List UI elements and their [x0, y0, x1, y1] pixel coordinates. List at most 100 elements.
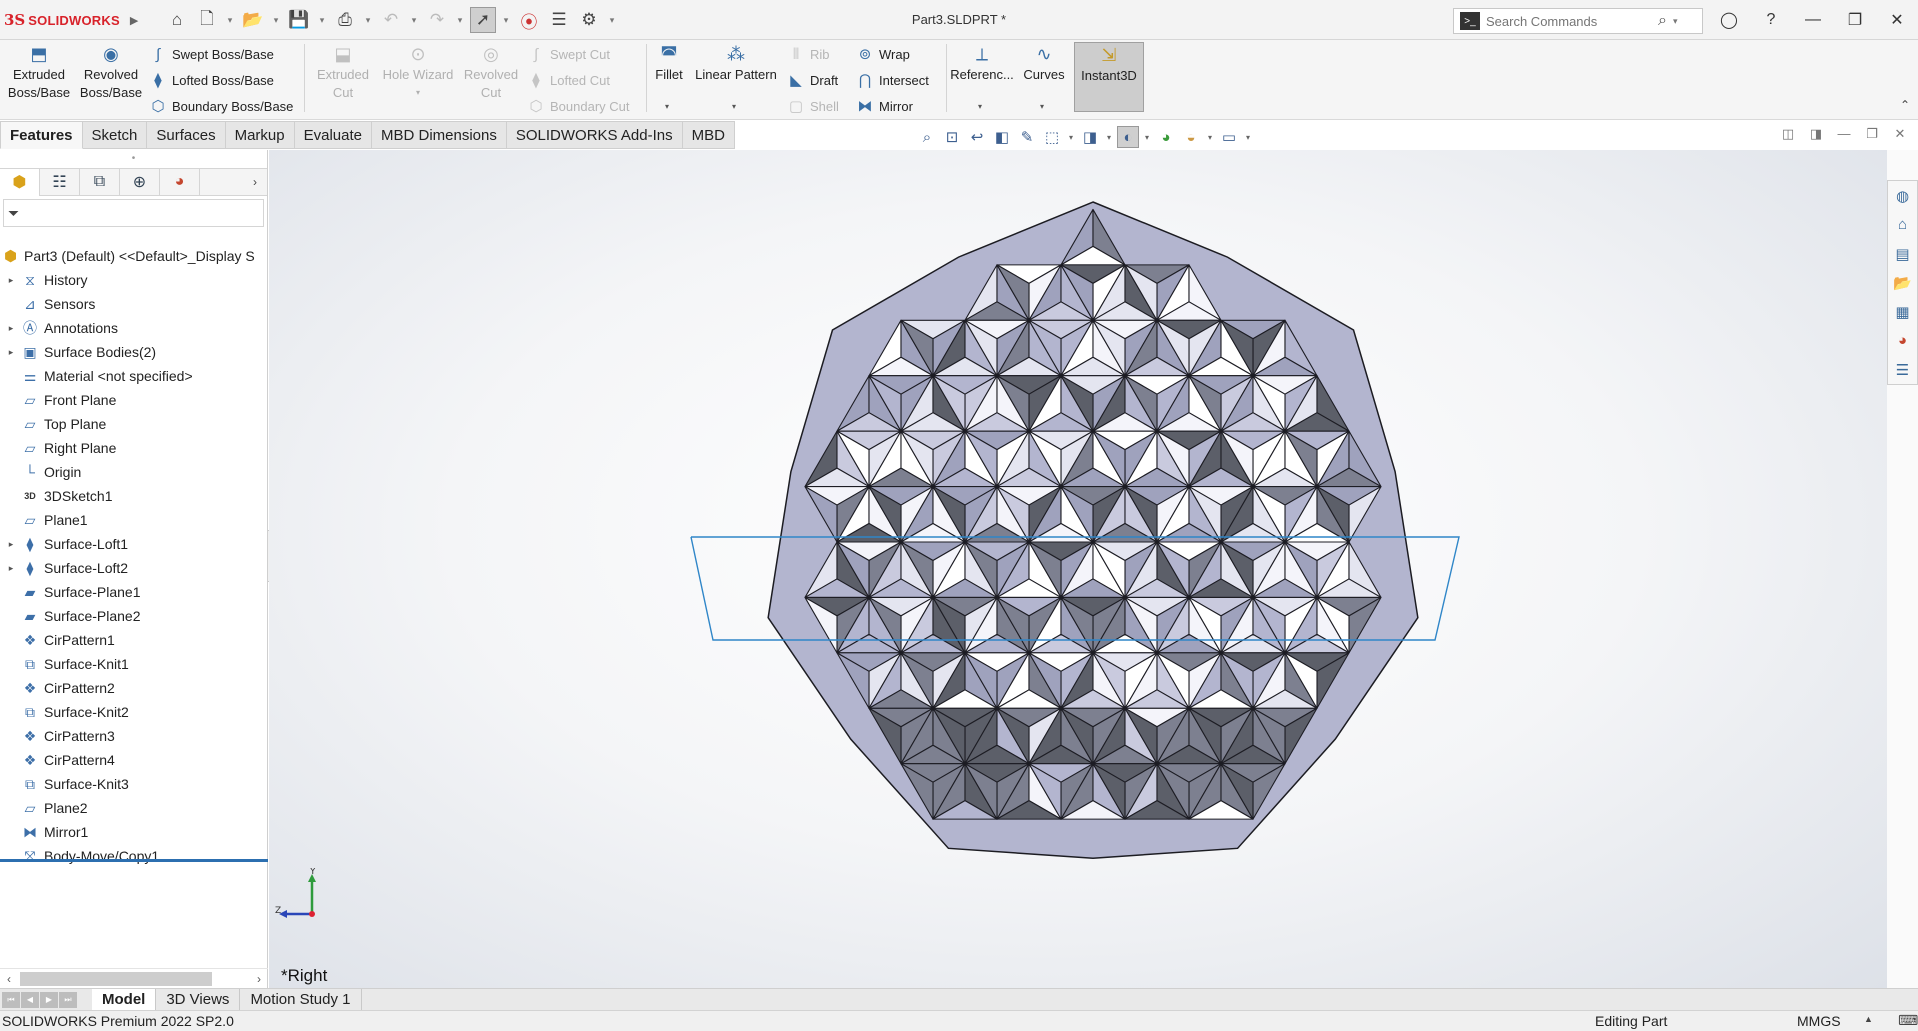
view-settings-dropdown-icon[interactable]: ▾ — [1243, 126, 1253, 148]
apply-scene-icon[interactable]: ◒ — [1180, 126, 1202, 148]
expand-arrow-icon[interactable]: ▸ — [0, 323, 18, 334]
extruded-boss-button[interactable]: ⬒ Extruded Boss/Base — [4, 42, 74, 112]
open-folder-icon[interactable]: 📂 — [240, 7, 266, 33]
previous-view-icon[interactable]: ↩ — [966, 126, 988, 148]
search-commands-input[interactable] — [1486, 13, 1656, 29]
geodesic-model[interactable] — [269, 150, 1887, 988]
viewport-minimize-icon[interactable]: — — [1834, 126, 1854, 142]
zoom-to-fit-icon[interactable]: ⌕ — [916, 126, 938, 148]
view-orientation-dropdown-icon[interactable]: ▾ — [1066, 126, 1076, 148]
draft-button[interactable]: ◣ Draft — [786, 69, 838, 91]
tree-item[interactable]: ▸ Ⓐ Annotations — [0, 316, 268, 340]
tab-surfaces[interactable]: Surfaces — [147, 121, 226, 149]
viewport-right-pane-icon[interactable]: ◨ — [1806, 126, 1826, 142]
last-tab-icon[interactable]: ⏭ — [59, 991, 77, 1008]
tree-item[interactable]: ▱ Plane1 — [0, 508, 268, 532]
tree-item[interactable]: ❖ CirPattern1 — [0, 628, 268, 652]
tab-motion-study-1[interactable]: Motion Study 1 — [240, 988, 362, 1011]
select-dropdown-icon[interactable]: ▾ — [500, 7, 512, 33]
new-dropdown-icon[interactable]: ▾ — [224, 7, 236, 33]
first-tab-icon[interactable]: ⏮ — [2, 991, 20, 1008]
wrap-button[interactable]: ⊚ Wrap — [855, 43, 910, 65]
zoom-to-area-icon[interactable]: ⊡ — [941, 126, 963, 148]
tab-3d-views[interactable]: 3D Views — [156, 988, 241, 1011]
next-tab-icon[interactable]: ▶ — [40, 991, 58, 1008]
more-tabs-arrow-icon[interactable]: › — [243, 175, 267, 189]
shell-button[interactable]: ▢ Shell — [786, 95, 839, 117]
viewport-left-pane-icon[interactable]: ◫ — [1778, 126, 1798, 142]
tree-item[interactable]: ❖ CirPattern3 — [0, 724, 268, 748]
extruded-cut-button[interactable]: ⬓ Extruded Cut — [308, 42, 378, 112]
tree-item[interactable]: ▱ Right Plane — [0, 436, 268, 460]
display-style-dropdown-icon[interactable]: ▾ — [1104, 126, 1114, 148]
save-dropdown-icon[interactable]: ▾ — [316, 7, 328, 33]
print-dropdown-icon[interactable]: ▾ — [362, 7, 374, 33]
open-dropdown-icon[interactable]: ▾ — [270, 7, 282, 33]
logo-menu-arrow-icon[interactable]: ▶ — [130, 14, 138, 27]
tree-item[interactable]: └ Origin — [0, 460, 268, 484]
revolved-boss-button[interactable]: ◉ Revolved Boss/Base — [76, 42, 146, 112]
tree-root-part[interactable]: ⬢ Part3 (Default) <<Default>_Display S — [0, 244, 268, 268]
tree-item[interactable]: ⚌ Material <not specified> — [0, 364, 268, 388]
scroll-right-icon[interactable]: › — [250, 972, 268, 986]
intersect-button[interactable]: ⋂ Intersect — [855, 69, 929, 91]
undo-icon[interactable]: ↶ — [378, 7, 404, 33]
redo-dropdown-icon[interactable]: ▾ — [454, 7, 466, 33]
tree-item[interactable]: ▱ Front Plane — [0, 388, 268, 412]
help-icon[interactable]: ? — [1750, 0, 1792, 40]
tab-solidworks-addins[interactable]: SOLIDWORKS Add-Ins — [506, 121, 683, 149]
swept-boss-button[interactable]: ∫ Swept Boss/Base — [148, 43, 274, 65]
save-icon[interactable]: 💾 — [286, 7, 312, 33]
close-icon[interactable]: ✕ — [1876, 0, 1918, 40]
instant3d-button[interactable]: ⇲ Instant3D — [1074, 42, 1144, 112]
search-dropdown-icon[interactable]: ▾ — [1673, 16, 1678, 27]
tree-item[interactable]: ▸ ⧖ History — [0, 268, 268, 292]
tree-item[interactable]: ▱ Plane2 — [0, 796, 268, 820]
tree-item[interactable]: ⧉ Surface-Knit1 — [0, 652, 268, 676]
feature-tree-filter[interactable]: ⏷ — [3, 199, 264, 227]
hide-show-dropdown-icon[interactable]: ▾ — [1142, 126, 1152, 148]
home-icon[interactable]: ⌂ — [164, 7, 190, 33]
rebuild-status-icon[interactable]: ⌨ — [1898, 1012, 1918, 1029]
boundary-boss-button[interactable]: ⬡ Boundary Boss/Base — [148, 95, 293, 117]
display-manager-tab-icon[interactable]: ◕ — [160, 168, 200, 196]
fillet-dropdown-icon[interactable]: ▾ — [665, 102, 669, 111]
curves-dropdown-icon[interactable]: ▾ — [1040, 102, 1044, 111]
tree-item[interactable]: ▰ Surface-Plane1 — [0, 580, 268, 604]
tree-item[interactable]: ⧉ Surface-Knit2 — [0, 700, 268, 724]
design-library-icon[interactable]: ▤ — [1888, 239, 1917, 268]
tree-item[interactable]: ❖ CirPattern4 — [0, 748, 268, 772]
unit-system-caret-icon[interactable]: ▲ — [1864, 1014, 1873, 1024]
user-account-icon[interactable]: ◯ — [1708, 0, 1750, 40]
tab-features[interactable]: Features — [0, 121, 83, 149]
solidworks-logo[interactable]: 3S SOLIDWORKS ▶ — [4, 8, 138, 32]
undo-dropdown-icon[interactable]: ▾ — [408, 7, 420, 33]
hole-wizard-dropdown-icon[interactable]: ▾ — [416, 84, 420, 102]
options-gear-icon[interactable]: ⚙ — [576, 7, 602, 33]
3dexperience-home-icon[interactable]: ⌂ — [1888, 210, 1917, 239]
collapse-ribbon-icon[interactable]: ⌃ — [1900, 98, 1910, 112]
lofted-cut-button[interactable]: ⧫ Lofted Cut — [526, 69, 610, 91]
new-document-icon[interactable]: 🗋 — [194, 7, 220, 33]
apply-scene-dropdown-icon[interactable]: ▾ — [1205, 126, 1215, 148]
expand-arrow-icon[interactable]: ▸ — [0, 563, 18, 574]
edit-appearance-icon[interactable]: ◕ — [1155, 126, 1177, 148]
rollback-bar[interactable] — [0, 859, 268, 862]
tree-item[interactable]: ⧓ Mirror1 — [0, 820, 268, 844]
expand-arrow-icon[interactable]: ▸ — [0, 539, 18, 550]
redo-icon[interactable]: ↷ — [424, 7, 450, 33]
rib-button[interactable]: ⫴ Rib — [786, 43, 830, 65]
swept-cut-button[interactable]: ∫ Swept Cut — [526, 43, 610, 65]
configuration-manager-tab-icon[interactable]: ⧉ — [80, 168, 120, 196]
tree-item[interactable]: ⧉ Surface-Knit3 — [0, 772, 268, 796]
tree-item[interactable]: ▱ Top Plane — [0, 412, 268, 436]
tree-item[interactable]: ⤧ Body-Move/Copy1 — [0, 844, 268, 868]
tree-item[interactable]: ▸ ⧫ Surface-Loft1 — [0, 532, 268, 556]
tree-item[interactable]: ▸ ⧫ Surface-Loft2 — [0, 556, 268, 580]
property-manager-tab-icon[interactable]: ☷ — [40, 168, 80, 196]
linear-pattern-dropdown-icon[interactable]: ▾ — [732, 102, 736, 111]
feature-manager-tab-icon[interactable]: ⬢ — [0, 168, 40, 196]
select-cursor-icon[interactable]: ➚ — [470, 7, 496, 33]
scroll-left-icon[interactable]: ‹ — [0, 972, 18, 986]
reference-dropdown-icon[interactable]: ▾ — [978, 102, 982, 111]
